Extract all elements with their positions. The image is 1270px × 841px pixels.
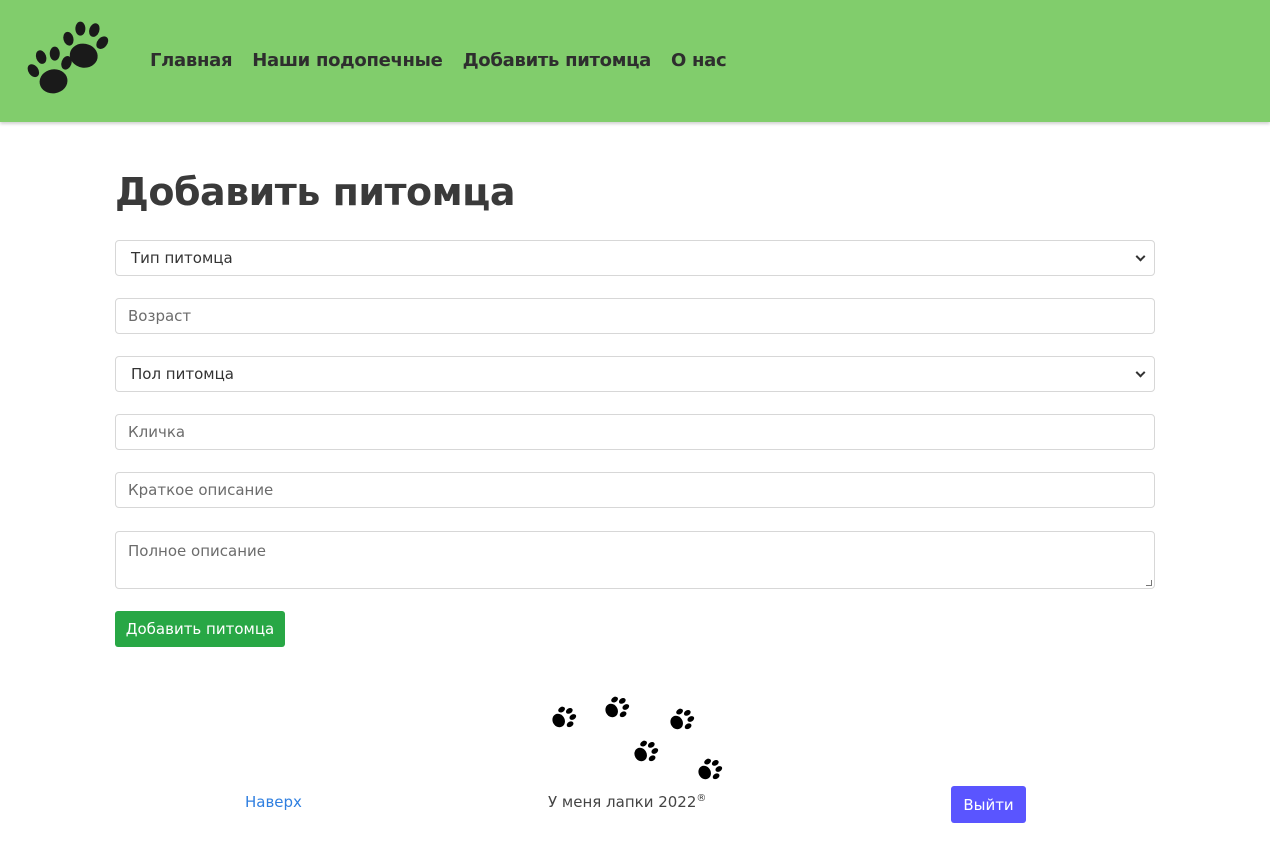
- short-description-placeholder: Краткое описание: [128, 481, 274, 499]
- logout-button[interactable]: Выйти: [951, 786, 1026, 823]
- pet-type-select[interactable]: Тип питомца: [115, 240, 1155, 276]
- nav-links: Главная Наши подопечные Добавить питомца…: [150, 50, 727, 71]
- paw-logo-icon[interactable]: [20, 18, 116, 104]
- full-description-placeholder: Полное описание: [128, 542, 266, 560]
- short-description-input[interactable]: Краткое описание: [115, 472, 1155, 508]
- registered-mark: ®: [696, 793, 707, 804]
- resize-handle-icon[interactable]: [1146, 580, 1152, 586]
- age-placeholder: Возраст: [128, 307, 192, 325]
- full-description-textarea[interactable]: Полное описание: [115, 531, 1155, 589]
- paw-prints-icon: [548, 692, 726, 785]
- nav-link-home[interactable]: Главная: [150, 50, 233, 71]
- add-pet-submit-button[interactable]: Добавить питомца: [115, 611, 285, 647]
- age-input[interactable]: Возраст: [115, 298, 1155, 334]
- copyright-label: У меня лапки 2022: [548, 793, 697, 811]
- navbar: Главная Наши подопечные Добавить питомца…: [0, 0, 1270, 122]
- pet-sex-select[interactable]: Пол питомца: [115, 356, 1155, 392]
- nav-link-about[interactable]: О нас: [671, 50, 727, 71]
- pet-type-selected: Тип питомца: [131, 249, 233, 267]
- chevron-down-icon: [1135, 251, 1146, 262]
- name-placeholder: Кличка: [128, 423, 186, 441]
- name-input[interactable]: Кличка: [115, 414, 1155, 450]
- nav-link-our-pets[interactable]: Наши подопечные: [252, 50, 443, 71]
- chevron-down-icon: [1135, 367, 1146, 378]
- back-to-top-link[interactable]: Наверх: [245, 793, 302, 811]
- nav-link-add-pet[interactable]: Добавить питомца: [463, 50, 652, 71]
- pet-sex-selected: Пол питомца: [131, 365, 235, 383]
- page-title: Добавить питомца: [115, 170, 515, 214]
- copyright-text: У меня лапки 2022®: [548, 793, 706, 811]
